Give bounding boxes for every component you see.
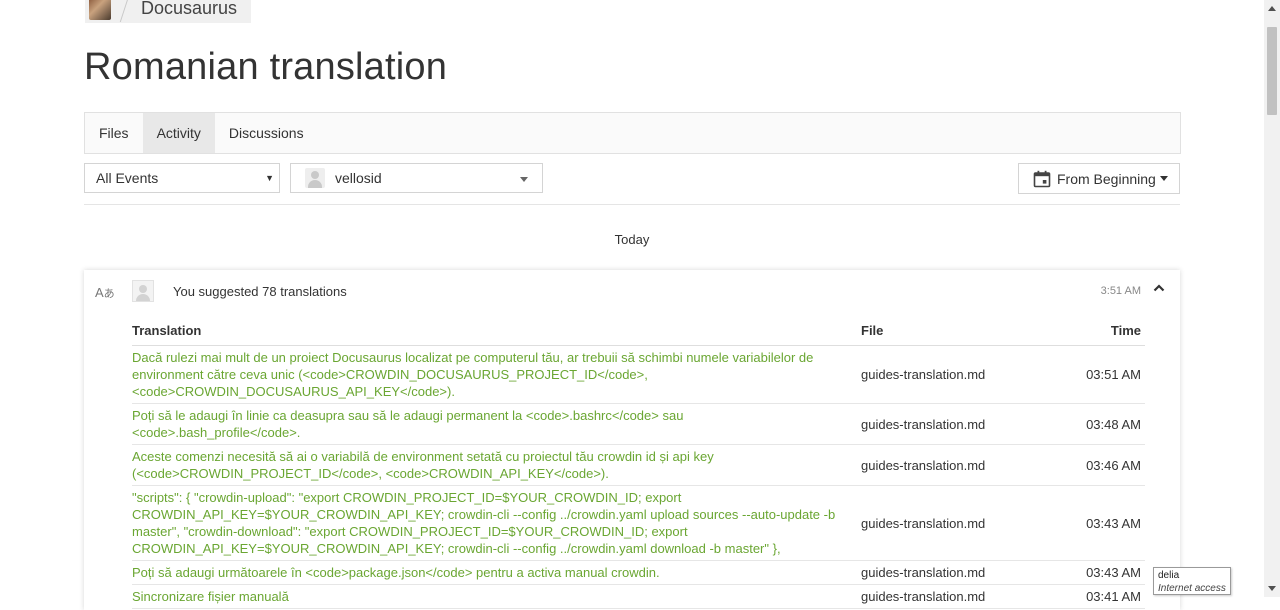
translations-table: Translation File Time Dacă rulezi mai mu… [132, 320, 1145, 609]
event-user-avatar [132, 280, 154, 302]
table-row: Aceste comenzi necesită să ai o variabil… [132, 444, 1145, 486]
tab-discussions[interactable]: Discussions [215, 113, 318, 153]
page-title: Romanian translation [84, 46, 448, 88]
file-name: guides-translation.md [861, 560, 1051, 585]
date-range-button[interactable]: From Beginning [1018, 163, 1180, 194]
tooltip-subtitle: Internet access [1158, 583, 1226, 594]
translate-icon: Aあ [95, 285, 115, 300]
caret-down-icon: ▼ [265, 173, 274, 183]
tooltip: delia Internet access [1153, 567, 1231, 595]
events-filter-select[interactable]: All Events ▼ [84, 163, 280, 193]
chevron-up-icon[interactable] [1152, 281, 1166, 295]
translation-link[interactable]: Poți să le adaugi în linie ca deasupra s… [132, 403, 861, 445]
row-time: 03:43 AM [1051, 560, 1145, 585]
row-time: 03:51 AM [1051, 345, 1145, 404]
chevron-down-icon [520, 177, 528, 182]
file-name: guides-translation.md [861, 345, 1051, 404]
table-row: Poți să le adaugi în linie ca deasupra s… [132, 403, 1145, 445]
column-header-file: File [861, 320, 1051, 346]
translation-link[interactable]: Dacă rulezi mai mult de un proiect Docus… [132, 345, 861, 404]
scrollbar-thumb[interactable] [1267, 27, 1277, 115]
table-row: "scripts": { "crowdin-upload": "export C… [132, 485, 1145, 561]
row-time: 03:48 AM [1051, 403, 1145, 445]
translation-link[interactable]: Aceste comenzi necesită să ai o variabil… [132, 444, 861, 486]
breadcrumb-project-link[interactable]: Docusaurus [141, 0, 237, 19]
user-filter-value: vellosid [335, 170, 382, 186]
table-row: Poți să adaugi următoarele în <code>pack… [132, 560, 1145, 585]
project-avatar[interactable] [89, 0, 111, 20]
activity-card: Aあ You suggested 78 translations 3:51 AM… [84, 270, 1180, 610]
user-filter-select[interactable]: vellosid [290, 163, 543, 193]
filter-divider [84, 204, 1180, 205]
column-header-time: Time [1051, 320, 1145, 346]
day-label: Today [614, 232, 650, 247]
table-row: Dacă rulezi mai mult de un proiect Docus… [132, 345, 1145, 404]
table-header-row: Translation File Time [132, 320, 1145, 346]
file-name: guides-translation.md [861, 485, 1051, 561]
caret-down-icon [1159, 176, 1168, 181]
tab-files[interactable]: Files [85, 113, 143, 153]
file-name: guides-translation.md [861, 444, 1051, 486]
date-range-label: From Beginning [1057, 170, 1156, 187]
event-header: Aあ You suggested 78 translations 3:51 AM [84, 270, 1180, 314]
scroll-up-arrow-icon[interactable] [1268, 6, 1276, 11]
event-summary: You suggested 78 translations [173, 284, 347, 299]
user-avatar [305, 168, 325, 188]
column-header-translation: Translation [132, 320, 861, 346]
tooltip-title: delia [1158, 570, 1180, 581]
events-filter-value: All Events [96, 170, 159, 186]
translation-link[interactable]: Poți să adaugi următoarele în <code>pack… [132, 560, 861, 585]
page-scrollbar[interactable] [1264, 0, 1280, 597]
file-name: guides-translation.md [861, 403, 1051, 445]
breadcrumb: Docusaurus [85, 0, 252, 23]
scroll-down-arrow-icon[interactable] [1268, 586, 1276, 591]
translation-link[interactable]: "scripts": { "crowdin-upload": "export C… [132, 485, 861, 561]
tab-bar: Files Activity Discussions [84, 112, 1181, 154]
tab-activity[interactable]: Activity [142, 113, 215, 153]
breadcrumb-separator [119, 0, 131, 22]
row-time: 03:43 AM [1051, 485, 1145, 561]
calendar-icon [1033, 170, 1051, 187]
event-time: 3:51 AM [1100, 285, 1141, 297]
row-time: 03:46 AM [1051, 444, 1145, 486]
